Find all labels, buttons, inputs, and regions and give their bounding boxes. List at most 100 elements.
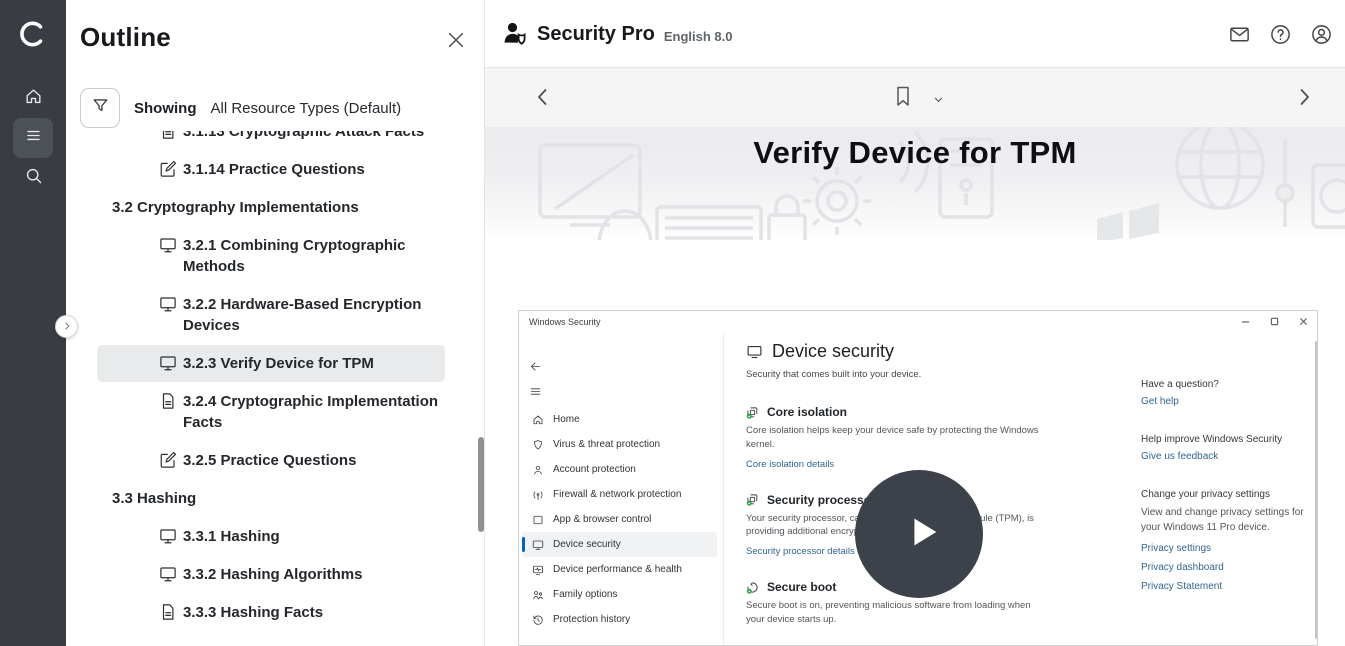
- next-lesson-button[interactable]: [1292, 85, 1318, 111]
- outline-list: 3.1.13 Cryptographic Attack Facts 3.1.14 …: [97, 131, 455, 623]
- outline-item[interactable]: 3.3.1 Hashing: [97, 526, 455, 547]
- outline-item-label: 3.2 Cryptography Implementations: [112, 199, 359, 216]
- ws-nav-item: App & browser control: [519, 507, 723, 532]
- monitor-icon: [159, 295, 177, 313]
- previous-lesson-button[interactable]: [531, 85, 557, 111]
- messages-button[interactable]: [1228, 23, 1251, 46]
- monitor-icon: [159, 236, 177, 254]
- chip-status-icon: [746, 406, 759, 419]
- history-icon: [532, 614, 544, 626]
- outline-item[interactable]: 3.2.4 Cryptographic Implementation Facts: [97, 391, 455, 433]
- ws-nav-list: Home Virus & threat protection Account pro…: [519, 407, 723, 632]
- company-logo-icon[interactable]: [17, 18, 49, 50]
- ws-nav-item: Firewall & network protection: [519, 482, 723, 507]
- health-icon: [532, 564, 544, 576]
- family-icon: [532, 589, 544, 601]
- outline-item-label: 3.2.4 Cryptographic Implementation Facts: [183, 391, 441, 433]
- ws-page-heading: Device security: [746, 341, 1048, 362]
- outline-button[interactable]: [13, 118, 53, 158]
- ws-section-body: Core isolation helps keep your device sa…: [746, 424, 1048, 452]
- lesson-video-player[interactable]: Windows Security HomeVirus & threat prot…: [518, 310, 1318, 646]
- document-icon: [159, 392, 177, 410]
- security-pro-logo-icon: [502, 20, 529, 47]
- video-play-button[interactable]: [855, 470, 983, 598]
- outline-section-header[interactable]: 3.2 Cryptography Implementations: [97, 197, 455, 218]
- outline-item[interactable]: 3.2.3 Verify Device for TPM: [97, 345, 445, 382]
- bookmark-button[interactable]: [891, 82, 915, 115]
- ws-section-title-text: Secure boot: [767, 580, 836, 594]
- outline-item-label: 3.2.2 Hardware-Based Encryption Devices: [183, 294, 441, 336]
- outline-section-header[interactable]: 3.3 Hashing: [97, 488, 455, 509]
- product-edition: English 8.0: [664, 29, 733, 47]
- outline-item-label: 3.3 Hashing: [112, 490, 196, 507]
- monitor-icon: [159, 527, 177, 545]
- ws-menu-icon: [529, 385, 543, 399]
- outline-item[interactable]: 3.1.14 Practice Questions: [97, 159, 455, 180]
- lesson-banner: Verify Device for TPM: [485, 127, 1345, 240]
- chevron-right-icon: [1292, 96, 1316, 113]
- outline-item-label: 3.2.5 Practice Questions: [183, 450, 356, 471]
- ws-section: Core isolation Core isolation helps keep …: [746, 405, 1048, 470]
- product-title: Security Pro: [537, 21, 655, 47]
- ws-help-link: Privacy dashboard: [1141, 562, 1313, 573]
- home-button[interactable]: [13, 79, 53, 119]
- outline-item[interactable]: 3.3.2 Hashing Algorithms: [97, 564, 455, 585]
- home-icon: [24, 87, 43, 111]
- ws-help-body: View and change privacy settings for you…: [1141, 506, 1313, 535]
- filter-button[interactable]: [80, 88, 120, 128]
- close-outline-button[interactable]: [445, 29, 467, 51]
- ws-nav-label: Virus & threat protection: [553, 439, 660, 450]
- outline-scroll-area[interactable]: 3.1.13 Cryptographic Attack Facts 3.1.14 …: [66, 131, 485, 646]
- outline-item[interactable]: 3.3.3 Hashing Facts: [97, 602, 455, 623]
- ws-nav-item: Device performance & health: [519, 557, 723, 582]
- app-icon: [532, 514, 544, 526]
- maximize-button: [1268, 314, 1280, 328]
- outline-collapse-button[interactable]: [55, 315, 78, 338]
- device-monitor-icon: [746, 343, 763, 360]
- outline-item[interactable]: 3.2.5 Practice Questions: [97, 450, 455, 471]
- ws-nav-item: Home: [519, 407, 723, 432]
- ws-section-title-text: Security processor: [767, 493, 876, 507]
- ws-help-title: Change your privacy settings: [1141, 489, 1313, 500]
- menu-icon: [24, 126, 43, 150]
- bookmark-controls: [891, 82, 946, 115]
- ws-help-column: Have a question? Get help Help improve Win…: [1141, 379, 1313, 619]
- outline-item-label: 3.3.3 Hashing Facts: [183, 602, 323, 623]
- document-icon: [159, 603, 177, 621]
- filter-label: Showing: [134, 100, 197, 117]
- chevron-right-icon: [62, 318, 72, 336]
- outline-item-label: 3.3.2 Hashing Algorithms: [183, 564, 362, 585]
- ws-help-title: Have a question?: [1141, 379, 1313, 390]
- outline-panel: Outline Showing All Resource Types (Defa…: [66, 0, 485, 646]
- ws-nav-label: Account protection: [553, 464, 636, 475]
- play-icon: [890, 506, 948, 563]
- filter-funnel-icon: [91, 96, 110, 120]
- outline-item[interactable]: 3.2.1 Combining Cryptographic Methods: [97, 235, 455, 277]
- help-button[interactable]: [1269, 23, 1292, 46]
- ws-section-title: Core isolation: [746, 405, 1048, 419]
- ws-help-link: Get help: [1141, 396, 1313, 407]
- outline-scrollbar-thumb[interactable]: [478, 437, 484, 532]
- close-window-button: [1297, 314, 1309, 328]
- account-button[interactable]: [1310, 23, 1333, 46]
- outline-item[interactable]: 3.2.2 Hardware-Based Encryption Devices: [97, 294, 455, 336]
- ws-nav-label: Device performance & health: [553, 564, 682, 575]
- course-header: Security Pro English 8.0: [485, 0, 1345, 68]
- ws-help-link: Privacy settings: [1141, 543, 1313, 554]
- monitor-icon: [532, 539, 544, 551]
- filter-value[interactable]: All Resource Types (Default): [211, 100, 402, 117]
- ws-page-title: Device security: [772, 341, 894, 362]
- minimize-button: [1239, 314, 1251, 328]
- outline-item[interactable]: 3.1.13 Cryptographic Attack Facts: [97, 131, 455, 142]
- question-circle-icon: [1269, 33, 1292, 50]
- chevron-down-icon: [931, 94, 946, 111]
- close-icon: [445, 38, 467, 55]
- bookmark-dropdown-button[interactable]: [931, 86, 946, 112]
- person-circle-icon: [1310, 33, 1333, 50]
- search-button[interactable]: [13, 158, 53, 198]
- ws-sidebar: Home Virus & threat protection Account pro…: [519, 333, 723, 646]
- ws-help-title: Help improve Windows Security: [1141, 434, 1313, 445]
- ws-nav-label: Family options: [553, 589, 617, 600]
- monitor-icon: [159, 354, 177, 372]
- envelope-icon: [1228, 33, 1251, 50]
